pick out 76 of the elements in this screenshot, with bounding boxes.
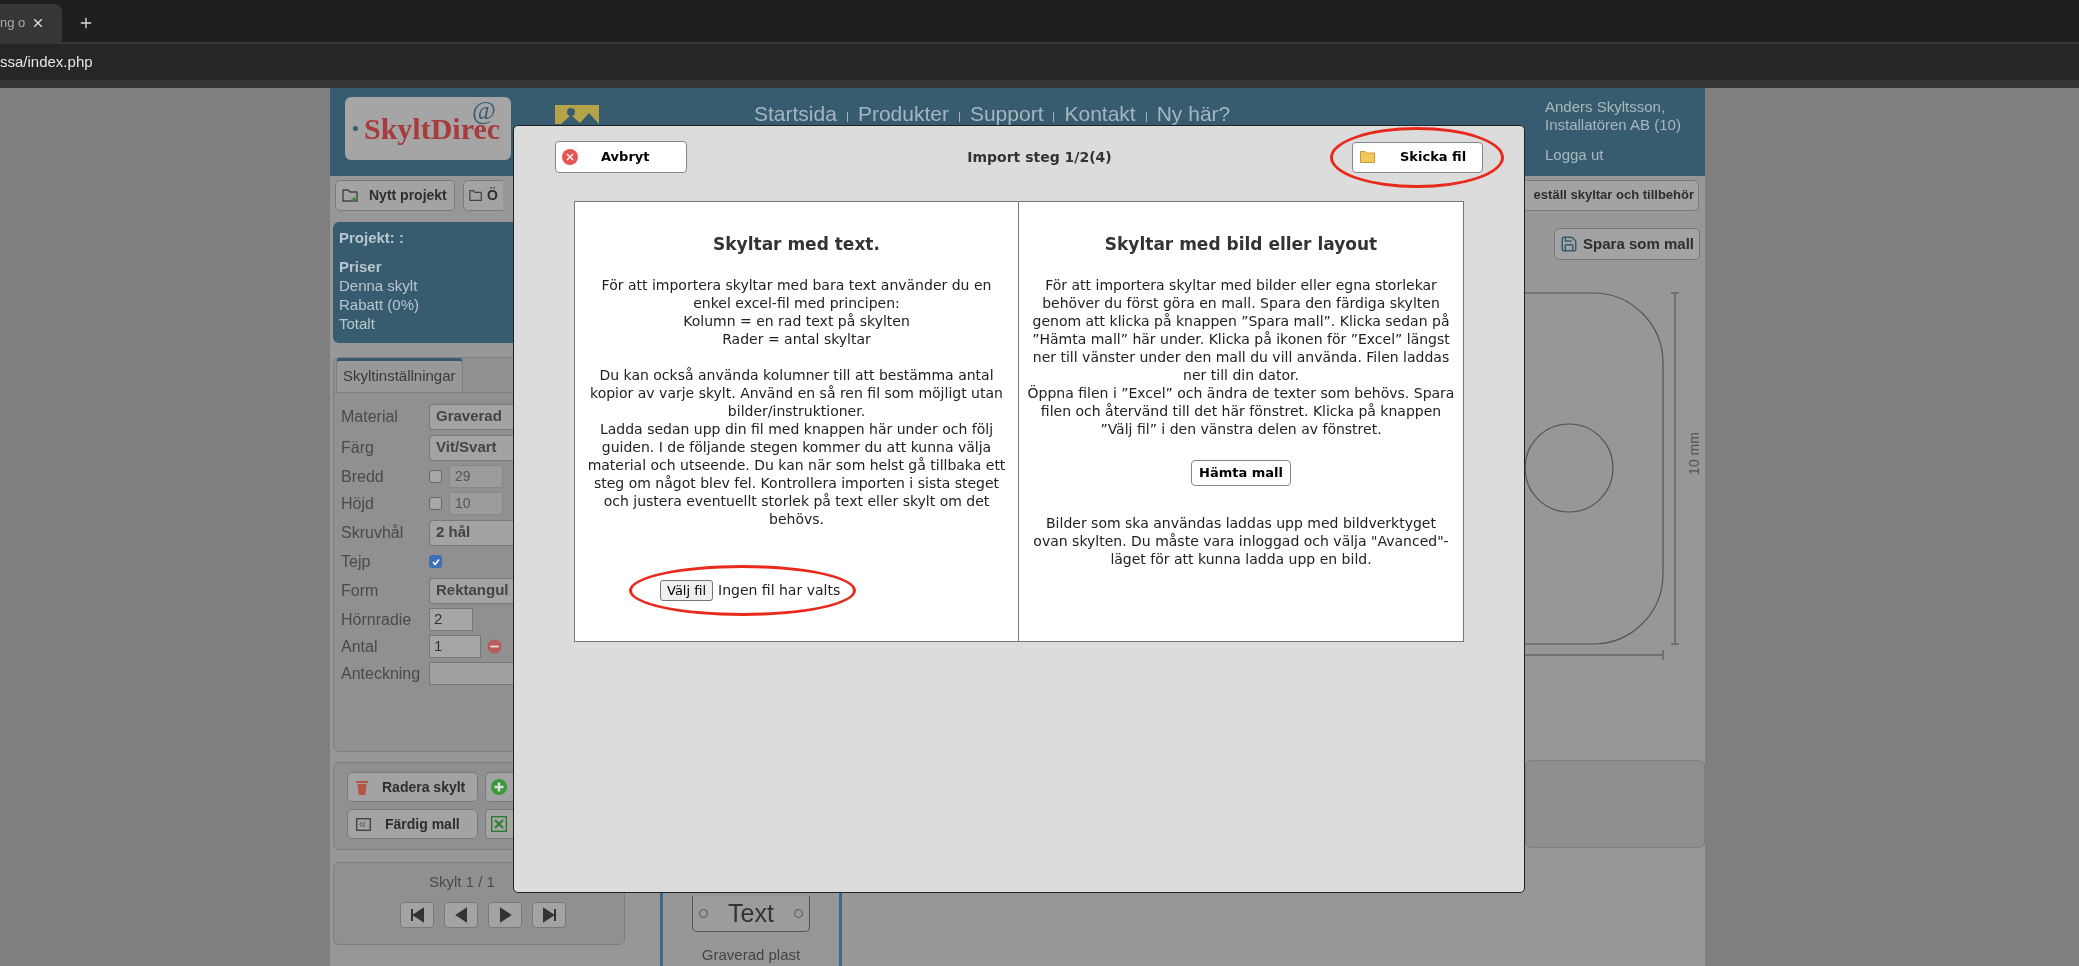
new-tab-icon[interactable] <box>78 15 94 31</box>
field-label: Skruvhål <box>341 522 405 543</box>
folder-plus-icon <box>342 187 359 203</box>
checkbox[interactable] <box>429 555 442 568</box>
pager-label: Skylt 1 / 1 <box>429 872 496 892</box>
settings-tab[interactable]: Skyltinställningar <box>336 358 463 392</box>
save-icon <box>1560 235 1579 253</box>
field-label: Anteckning <box>341 663 422 684</box>
prices-heading: Priser <box>339 257 382 276</box>
input-field[interactable]: 2 <box>429 608 473 631</box>
pager-button[interactable] <box>444 901 478 928</box>
dialog-title: Import steg 1/2(4) <box>966 147 1113 167</box>
field-label: Höjd <box>341 493 375 514</box>
folder-icon <box>1360 151 1375 163</box>
get-template-button[interactable]: Hämta mall <box>1191 459 1291 486</box>
field-label: Antal <box>341 636 379 657</box>
minus-circle-icon[interactable] <box>487 639 502 654</box>
logo-picture-icon <box>555 105 599 124</box>
select-field[interactable]: 2 hål <box>429 519 513 546</box>
action-button[interactable]: Radera skylt <box>347 772 478 802</box>
instruction-text: Rader = antal skyltar <box>722 329 871 348</box>
field-label: Färg <box>341 437 375 458</box>
pager-button[interactable] <box>532 901 566 928</box>
logo: SkyltDirec @ <box>345 97 511 160</box>
field-label: Bredd <box>341 466 385 487</box>
price-label: Denna skylt <box>339 276 418 295</box>
pager-button[interactable] <box>488 901 522 928</box>
instruction-text: Ladda sedan upp din fil med knappen här under och följ guiden. I de följande stegen kommer du att kunna välja material och utseende. Du kan när som helst gå tillbaka ett steg om något blev fel. Kontrollera importen i sista steget och justera eventuellt storlek på text eller skylt om det behövs. <box>586 419 1007 528</box>
select-field[interactable]: Rektangul <box>429 577 513 604</box>
price-label: Rabatt (0%) <box>339 295 420 314</box>
dimension-label: 10 mm <box>1684 432 1703 475</box>
project-title: Projekt: : <box>339 228 404 247</box>
browser-tab[interactable]: ng o <box>0 4 62 42</box>
section-heading: Skyltar med text. <box>713 233 880 256</box>
toolbar-button[interactable]: Nytt projekt <box>335 179 455 211</box>
instruction-text: Bilder som ska användas laddas upp med bildverktyget ovan skylten. Du måste vara inloggad och välja "Avanced"-läget för att kunna ladda upp en bild. <box>1032 513 1450 568</box>
instruction-text: Kolumn = en rad text på skylten <box>683 311 910 330</box>
field-label: Form <box>341 580 380 601</box>
instruction-text: Öppna filen i ”Excel” och ändra de texter som behövs. Spara filen och återvänd till det här fönstret. Klicka på knappen ”Välj fil” i den vänstra delen av fönstret. <box>1027 383 1455 438</box>
logout-link[interactable]: Logga ut <box>1545 146 1695 164</box>
choose-file-button[interactable]: Välj fil <box>660 580 713 601</box>
action-button[interactable]: Färdig mall <box>347 809 478 839</box>
section-heading: Skyltar med bild eller layout <box>1104 233 1378 256</box>
sign-preview: Text <box>692 896 810 932</box>
file-status: Ingen fil har valts <box>718 581 841 600</box>
input-field[interactable] <box>429 662 513 685</box>
field-label: Tejp <box>341 551 372 572</box>
toolbar-button[interactable]: eställ skyltar och tillbehör <box>1524 179 1699 211</box>
address-bar[interactable]: ssa/index.php <box>0 44 2079 80</box>
input-field[interactable]: 29 <box>449 465 503 488</box>
price-label: Totalt <box>339 314 375 333</box>
checkbox[interactable] <box>429 497 442 510</box>
select-field[interactable]: Vit/Svart <box>429 434 513 461</box>
trash-icon <box>356 779 368 795</box>
cancel-button[interactable]: Avbryt <box>555 141 687 173</box>
close-circle-icon <box>562 149 578 165</box>
toolbar-button[interactable]: Ö <box>463 179 503 211</box>
spreadsheet-icon <box>491 816 507 832</box>
plus-circle-icon <box>491 779 507 795</box>
folder-icon <box>469 188 483 202</box>
instruction-text: För att importera skyltar med bara text använder du en enkel excel-fil med principen: <box>600 275 993 312</box>
input-field[interactable]: 1 <box>429 635 481 658</box>
send-file-button[interactable]: Skicka fil <box>1352 141 1483 173</box>
save-template-button[interactable]: Spara som mall <box>1554 228 1700 260</box>
instruction-text: För att importera skyltar med bilder eller egna storlekar behöver du först göra en mall. Spara den färdiga skylten genom att klicka på knappen ”Spara mall”. Klicka sedan på ”Hämta mall” här under. Klicka på ikonen för ”Excel” längst ner till vänster under den mall du vill använda. Filen laddas ner till din dator. <box>1031 275 1451 384</box>
input-field[interactable]: 10 <box>449 492 503 515</box>
select-field[interactable]: Graverad <box>429 403 513 430</box>
user-name: Anders Skyltsson, <box>1545 98 1667 116</box>
checkbox[interactable] <box>429 470 442 483</box>
icon-button[interactable] <box>485 772 513 802</box>
field-label: Hörnradie <box>341 609 413 630</box>
field-label: Material <box>341 406 399 427</box>
material-label: Graverad plast <box>701 944 801 965</box>
instruction-text: Du kan också använda kolumner till att bestämma antal kopior av varje skylt. Använd en så ren fil som möjligt utan bilder/instruktioner. <box>589 365 1004 420</box>
user-name: Installatören AB (10) <box>1545 116 1682 134</box>
pager-button[interactable] <box>400 901 434 928</box>
